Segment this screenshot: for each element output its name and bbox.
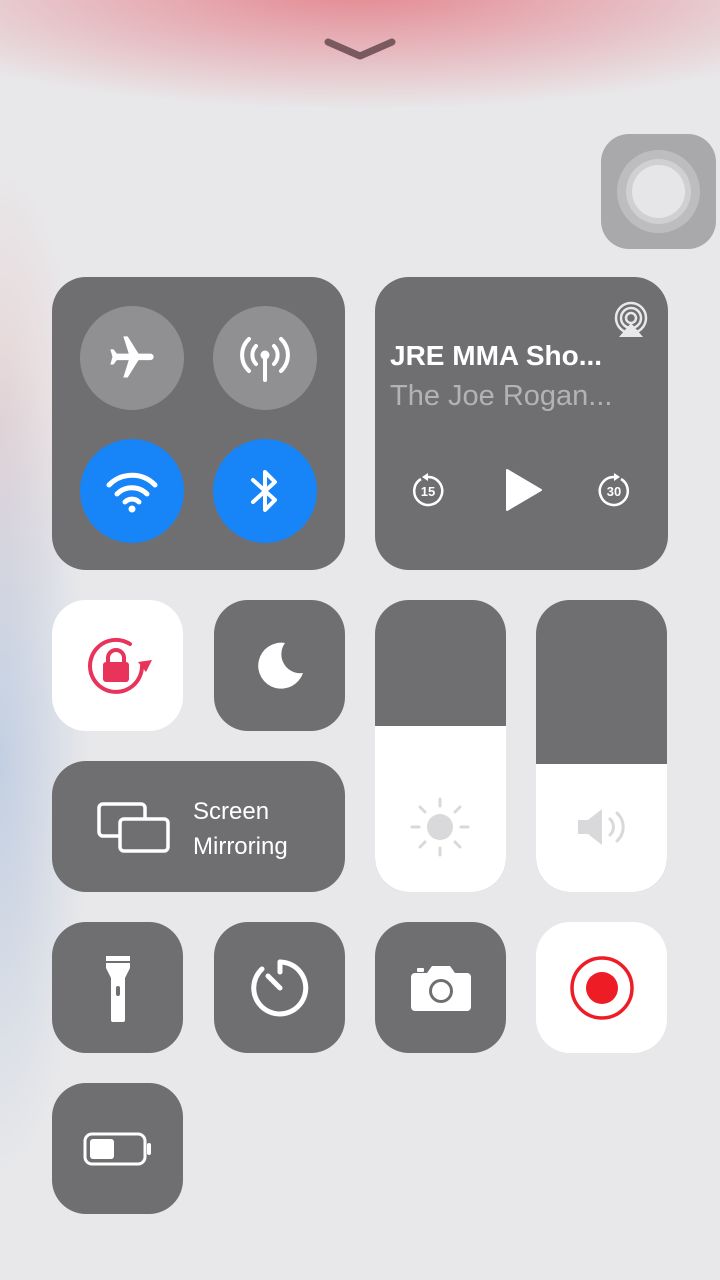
orientation-lock-button[interactable] (52, 600, 183, 731)
skip-forward-button[interactable]: 30 (597, 473, 631, 509)
airplane-mode-toggle[interactable] (80, 306, 184, 410)
timer-button[interactable] (214, 922, 345, 1053)
battery-icon (83, 1132, 151, 1165)
timer-icon (250, 959, 308, 1016)
screen-record-button[interactable] (536, 922, 667, 1053)
now-playing-panel (375, 277, 668, 570)
airplay-button[interactable] (611, 299, 651, 339)
screen-mirroring-icon (97, 802, 170, 853)
wifi-toggle[interactable] (80, 439, 184, 543)
cellular-icon (240, 337, 290, 382)
play-icon (506, 469, 542, 511)
airplane-icon (110, 336, 154, 378)
record-icon (569, 955, 634, 1020)
now-playing-title[interactable]: JRE MMA Sho... (390, 340, 650, 372)
connectivity-panel (52, 277, 345, 570)
flashlight-button[interactable] (52, 922, 183, 1053)
bluetooth-icon (251, 470, 277, 512)
wifi-icon (106, 472, 158, 513)
brightness-slider[interactable] (375, 600, 506, 892)
moon-icon (257, 642, 303, 689)
screen-mirroring-line2: Mirroring (193, 833, 288, 860)
volume-slider[interactable] (536, 600, 667, 892)
airplay-icon (614, 301, 648, 337)
bluetooth-toggle[interactable] (213, 439, 317, 543)
screen-mirroring-line1: Screen (193, 798, 270, 825)
volume-icon (578, 809, 625, 845)
skip-forward-label: 30 (606, 484, 622, 499)
cellular-data-toggle[interactable] (213, 306, 317, 410)
dismiss-chevron[interactable] (322, 34, 398, 64)
skip-back-label: 15 (420, 484, 436, 499)
chevron-down-icon (324, 38, 396, 60)
orientation-lock-icon (87, 637, 152, 694)
now-playing-subtitle[interactable]: The Joe Rogan... (390, 380, 650, 413)
assistive-touch-button[interactable] (601, 134, 716, 249)
camera-button[interactable] (375, 922, 506, 1053)
flashlight-icon (105, 955, 130, 1022)
assistive-touch-icon (617, 150, 700, 233)
brightness-icon (410, 797, 470, 857)
low-power-mode-button[interactable] (52, 1083, 183, 1214)
do-not-disturb-button[interactable] (214, 600, 345, 731)
camera-icon (410, 965, 471, 1011)
screen-mirroring-label: Screen Mirroring (193, 794, 288, 864)
play-button[interactable] (503, 467, 543, 513)
skip-back-button[interactable]: 15 (411, 473, 445, 509)
